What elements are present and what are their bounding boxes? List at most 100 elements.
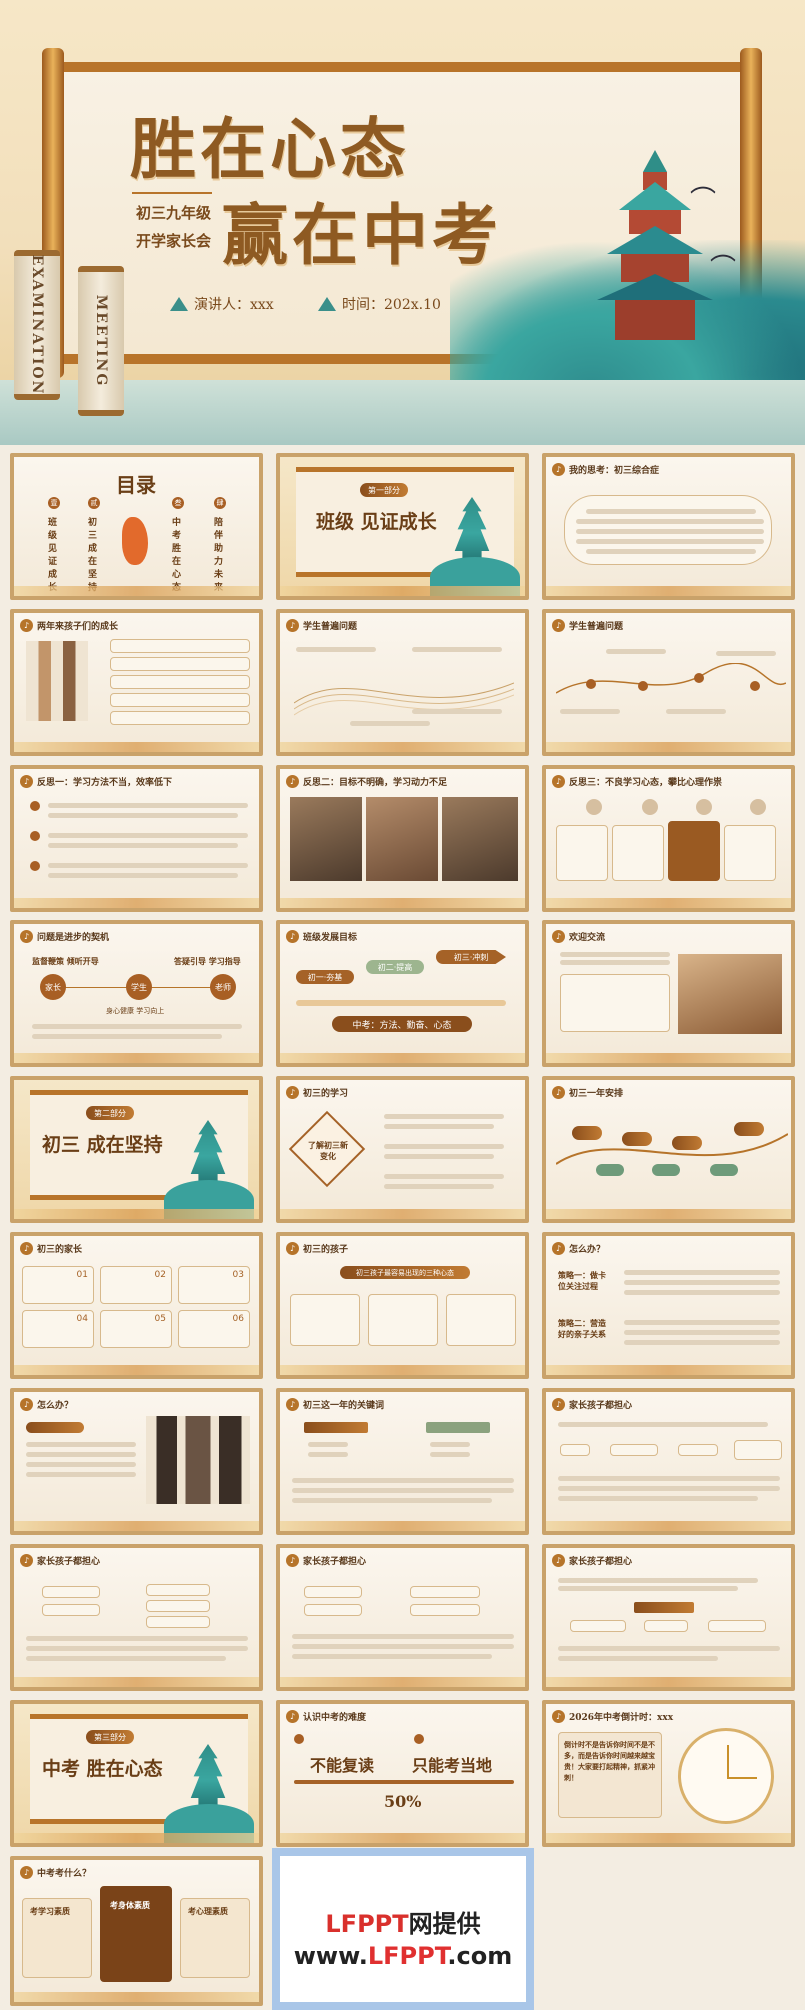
- slide-welcome[interactable]: ♪ 欢迎交流: [542, 920, 795, 1067]
- section-badge: 第三部分: [86, 1730, 134, 1744]
- slide-title: 家长孩子都担心: [569, 1401, 633, 1411]
- slide-title: 家长孩子都担心: [37, 1557, 101, 1567]
- slide-growth[interactable]: ♪ 两年来孩子们的成长: [10, 609, 263, 756]
- slide-toc[interactable]: 目录 壹 贰 叁 肆 班级 见证成长 初三 成在坚持 中考 胜在心态 陪伴 助力…: [10, 453, 263, 600]
- slide-title: 怎么办？: [37, 1401, 74, 1411]
- hill-decoration: [430, 557, 520, 596]
- slide-worry-4[interactable]: ♪ 家长孩子都担心: [542, 1544, 795, 1691]
- role-teacher: 老师: [210, 974, 236, 1000]
- slide-worry-3[interactable]: ♪ 家长孩子都担心: [276, 1544, 529, 1691]
- strategy-2: 策略二：营造好的亲子关系: [558, 1319, 606, 1339]
- brand-line-1: LFPPT网提供: [325, 1910, 481, 1938]
- time-text: 时间：202x.10: [342, 297, 441, 313]
- cover-title-line1: 胜在心态: [130, 110, 410, 188]
- toc-item[interactable]: 中考 胜在心态: [172, 515, 184, 593]
- exam-fact-left: 不能复读: [310, 1756, 375, 1775]
- card-number: 03: [232, 1270, 244, 1280]
- student-photo: [290, 797, 362, 881]
- slide-issue-1[interactable]: ♪ 学生普遍问题: [276, 609, 529, 756]
- time-info: 时间：202x.10: [318, 294, 441, 314]
- kids-banner: 初三孩子最容易出现的三种心态: [340, 1266, 470, 1279]
- slide-title: 初三这一年的关键词: [303, 1401, 385, 1411]
- slide-title: 两年来孩子们的成长: [37, 622, 119, 632]
- slide-section-2[interactable]: 第二部分 初三 成在坚持: [10, 1076, 263, 1223]
- slide-title: 初三一年安排: [569, 1089, 624, 1099]
- goal-step: 初三·冲刺: [436, 950, 506, 964]
- slide-section-1[interactable]: 第一部分 班级 见证成长: [276, 453, 529, 600]
- watermark-banner[interactable]: LFPPT网提供 www.LFPPT.com: [272, 1848, 534, 2010]
- section-title: 中考 胜在心态: [42, 1758, 163, 1780]
- slide-keywords[interactable]: ♪ 初三这一年的关键词: [276, 1388, 529, 1535]
- koi-fish-icon: [122, 517, 148, 565]
- exam-fact-right: 只能考当地: [412, 1756, 493, 1775]
- exam-card: 考学习素质: [30, 1907, 70, 1916]
- cover-subtitle-grade: 初三九年级: [136, 204, 212, 222]
- wave-lines-decoration: [294, 682, 514, 716]
- toc-badge: 贰: [88, 497, 100, 509]
- caption-left: 监督鞭策 倾听开导: [32, 957, 99, 966]
- slide-reflection-2[interactable]: ♪ 反思二：目标不明确，学习动力不足: [276, 765, 529, 912]
- goal-banner: 中考：方法、勤奋、心态: [332, 1016, 472, 1032]
- mountain-icon: [170, 297, 188, 311]
- slide-title: 家长孩子都担心: [569, 1557, 633, 1567]
- card-number: 04: [76, 1314, 88, 1324]
- speaker-info: 演讲人：xxx: [170, 294, 274, 314]
- cover-title-line2: 赢在中考: [222, 196, 502, 274]
- toc-title: 目录: [116, 473, 156, 497]
- slide-year-plan[interactable]: ♪ 初三一年安排: [542, 1076, 795, 1223]
- toc-item[interactable]: 初三 成在坚持: [88, 515, 100, 593]
- scroll-label: MEETING: [93, 294, 109, 388]
- slide-title: 家长孩子都担心: [303, 1557, 367, 1567]
- slide-thinking[interactable]: ♪ 我的思考：初三综合症: [542, 453, 795, 600]
- slide-what-exam[interactable]: ♪ 中考考什么？ 考学习素质 考身体素质 考心理素质: [10, 1856, 263, 2006]
- toc-item[interactable]: 陪伴 助力未来: [214, 515, 226, 593]
- slide-title: 反思一：学习方法不当，效率低下: [37, 778, 173, 788]
- exam-percent: 50%: [384, 1792, 422, 1811]
- slide-parents[interactable]: ♪ 初三的家长 01 02 03 04 05 06: [10, 1232, 263, 1379]
- slide-title: 反思三：不良学习心态，攀比心理作祟: [569, 778, 723, 788]
- slide-how-2[interactable]: ♪ 怎么办？: [10, 1388, 263, 1535]
- hill-decoration: [164, 1804, 254, 1843]
- slide-worry-1[interactable]: ♪ 家长孩子都担心: [542, 1388, 795, 1535]
- caption-right: 答疑引导 学习指导: [174, 957, 241, 966]
- slide-reflection-1[interactable]: ♪ 反思一：学习方法不当，效率低下: [10, 765, 263, 912]
- role-parent: 家长: [40, 974, 66, 1000]
- caption-middle: 身心健康 学习向上: [106, 1007, 165, 1015]
- slide-reflection-3[interactable]: ♪ 反思三：不良学习心态，攀比心理作祟: [542, 765, 795, 912]
- slide-kids[interactable]: ♪ 初三的孩子 初三孩子最容易出现的三种心态: [276, 1232, 529, 1379]
- cover-slide: ⌒ ⌒ 胜在心态 初三九年级 开学家长会 赢在中考 演讲人：xxx 时间：202…: [0, 0, 805, 445]
- card-number: 01: [76, 1270, 88, 1280]
- slide-goals[interactable]: ♪ 班级发展目标 初一·夯基 初二·提高 初三·冲刺 中考：方法、勤奋、心态: [276, 920, 529, 1067]
- slide-title: 学生普遍问题: [303, 622, 358, 632]
- slide-exam-difficulty[interactable]: ♪ 认识中考的难度 不能复读 只能考当地 50%: [276, 1700, 529, 1847]
- slide-issue-2[interactable]: ♪ 学生普遍问题: [542, 609, 795, 756]
- scroll-meeting: MEETING: [78, 266, 124, 416]
- slide-title: 问题是进步的契机: [37, 933, 110, 943]
- slide-title: 班级发展目标: [303, 933, 358, 943]
- hill-decoration: [164, 1180, 254, 1219]
- slide-progress[interactable]: ♪ 问题是进步的契机 监督鞭策 倾听开导 答疑引导 学习指导 家长 学生 老师 身…: [10, 920, 263, 1067]
- slide-title: 认识中考的难度: [303, 1713, 367, 1723]
- card-number: 05: [154, 1314, 166, 1324]
- section-title: 班级 见证成长: [316, 511, 437, 533]
- slide-title: 反思二：目标不明确，学习动力不足: [303, 778, 448, 788]
- strategy-1: 策略一：做卡位关注过程: [558, 1271, 606, 1291]
- toc-badge: 叁: [172, 497, 184, 509]
- slide-how-1[interactable]: ♪ 怎么办？ 策略一：做卡位关注过程 策略二：营造好的亲子关系: [542, 1232, 795, 1379]
- scroll-examination: EXAMINATION: [14, 250, 60, 400]
- brand-url[interactable]: www.LFPPT.com: [280, 1942, 526, 1970]
- speaker-text: 演讲人：xxx: [194, 297, 274, 313]
- student-photo: [442, 797, 518, 881]
- writing-photo: [678, 954, 782, 1034]
- slide-section-3[interactable]: 第三部分 中考 胜在心态: [10, 1700, 263, 1847]
- slide-learning[interactable]: ♪ 初三的学习 了解初三新变化: [276, 1076, 529, 1223]
- slide-title: 中考考什么？: [37, 1869, 92, 1879]
- slide-worry-2[interactable]: ♪ 家长孩子都担心: [10, 1544, 263, 1691]
- student-photo: [366, 797, 438, 881]
- slide-title: 初三的孩子: [303, 1245, 349, 1255]
- card-number: 06: [232, 1314, 244, 1324]
- toc-badge: 壹: [48, 497, 60, 509]
- exam-card: 考身体素质: [110, 1901, 150, 1910]
- toc-item[interactable]: 班级 见证成长: [48, 515, 60, 593]
- slide-countdown[interactable]: ♪ 2026年中考倒计时：xxx 倒计时不是告诉你时间不是不多，而是告诉你时间越来…: [542, 1700, 795, 1847]
